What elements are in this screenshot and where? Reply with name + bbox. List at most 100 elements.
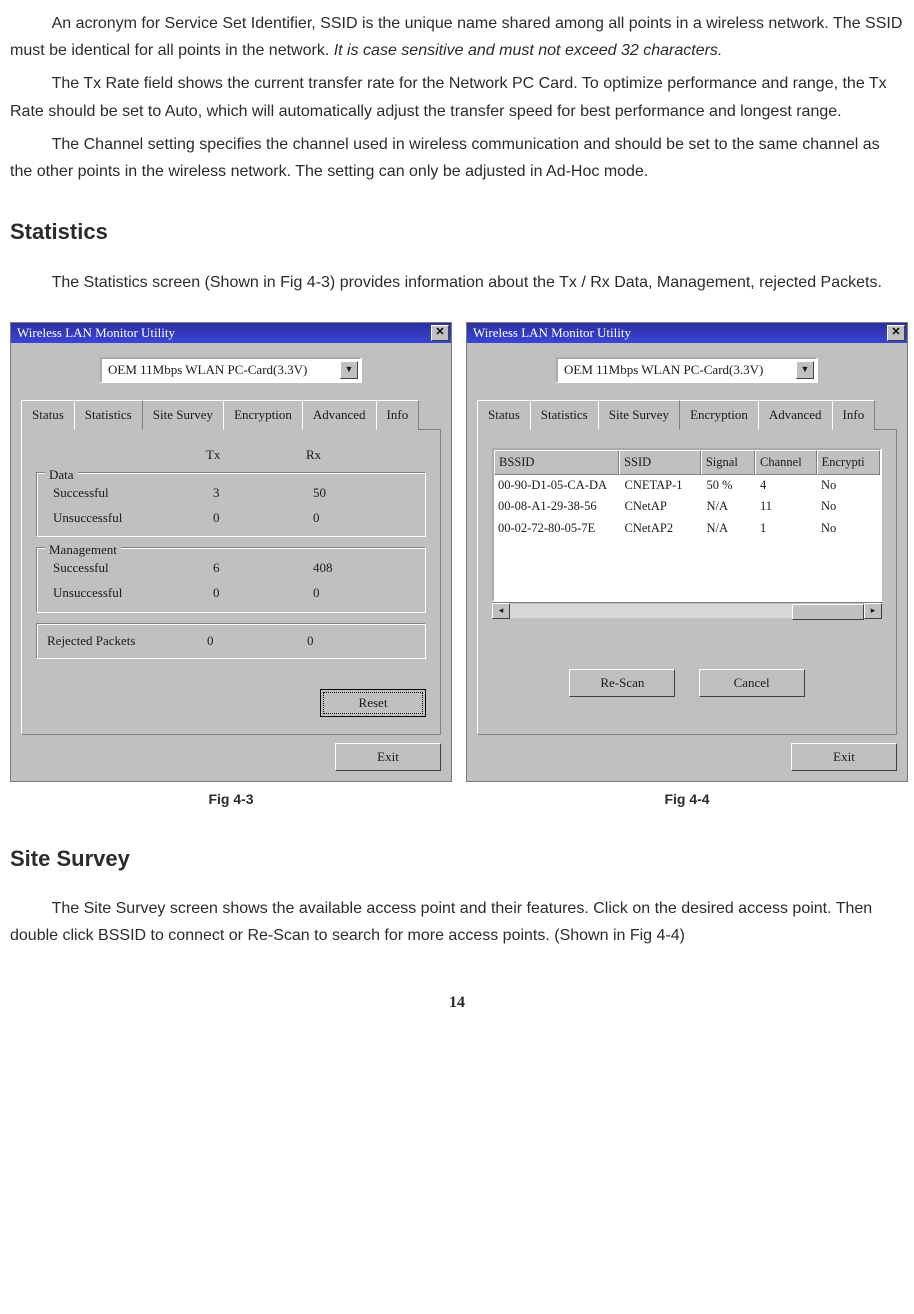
- heading-site-survey: Site Survey: [10, 840, 904, 877]
- chevron-down-icon: ▼: [340, 361, 358, 379]
- window-site-survey: Wireless LAN Monitor Utility ✕ OEM 11Mbp…: [466, 322, 908, 782]
- chevron-down-icon: ▼: [796, 361, 814, 379]
- cell-encrypt: No: [817, 475, 880, 496]
- paragraph-channel: The Channel setting specifies the channe…: [10, 131, 904, 185]
- mgmt-successful-tx: 6: [213, 556, 313, 581]
- col-ssid[interactable]: SSID: [619, 450, 701, 475]
- cell-ssid: CNetAP: [621, 496, 703, 517]
- adapter-dropdown[interactable]: OEM 11Mbps WLAN PC-Card(3.3V) ▼: [556, 357, 818, 383]
- table-row[interactable]: 00-08-A1-29-38-56 CNetAP N/A 11 No: [494, 496, 880, 517]
- scroll-track[interactable]: [510, 604, 864, 618]
- tab-statistics[interactable]: Statistics: [530, 400, 599, 430]
- table-row[interactable]: 00-02-72-80-05-7E CNetAP2 N/A 1 No: [494, 518, 880, 539]
- paragraph-site-survey: The Site Survey screen shows the availab…: [10, 895, 904, 949]
- tab-encryption[interactable]: Encryption: [223, 400, 303, 430]
- text-italic: It is case sensitive and must not exceed…: [334, 42, 723, 59]
- group-data-legend: Data: [45, 464, 78, 486]
- close-icon: ✕: [891, 323, 900, 342]
- scroll-right-icon[interactable]: ▸: [864, 603, 882, 619]
- mgmt-unsuccessful-rx: 0: [313, 581, 393, 606]
- statistics-panel: Tx Rx Data Successful 3 50 Unsuccessful …: [21, 430, 441, 735]
- rejected-packets-row: Rejected Packets 0 0: [36, 623, 426, 659]
- site-survey-panel: BSSID SSID Signal Channel Encrypti 00-90…: [477, 430, 897, 735]
- tab-site-survey[interactable]: Site Survey: [598, 400, 680, 430]
- paragraph-txrate: The Tx Rate field shows the current tran…: [10, 70, 904, 124]
- dropdown-value: OEM 11Mbps WLAN PC-Card(3.3V): [564, 359, 763, 381]
- heading-statistics: Statistics: [10, 213, 904, 250]
- survey-body: 00-90-D1-05-CA-DA CNETAP-1 50 % 4 No 00-…: [494, 475, 880, 539]
- cancel-button[interactable]: Cancel: [699, 669, 805, 697]
- tab-row: Status Statistics Site Survey Encryption…: [21, 399, 441, 430]
- cell-bssid: 00-02-72-80-05-7E: [494, 518, 621, 539]
- tab-site-survey[interactable]: Site Survey: [142, 400, 224, 430]
- group-management: Management Successful 6 408 Unsuccessful…: [36, 547, 426, 612]
- rejected-label: Rejected Packets: [47, 630, 207, 652]
- cell-signal: N/A: [702, 496, 756, 517]
- group-data: Data Successful 3 50 Unsuccessful 0 0: [36, 472, 426, 537]
- tab-statistics[interactable]: Statistics: [74, 400, 143, 430]
- cell-channel: 11: [756, 496, 817, 517]
- tab-encryption[interactable]: Encryption: [679, 400, 759, 430]
- adapter-dropdown[interactable]: OEM 11Mbps WLAN PC-Card(3.3V) ▼: [100, 357, 362, 383]
- client-area: OEM 11Mbps WLAN PC-Card(3.3V) ▼ Status S…: [11, 343, 451, 781]
- data-successful-rx: 50: [313, 481, 393, 506]
- tab-info[interactable]: Info: [376, 400, 420, 430]
- fig-caption-4-3: Fig 4-3: [10, 788, 452, 812]
- rescan-button[interactable]: Re-Scan: [569, 669, 675, 697]
- cell-signal: N/A: [702, 518, 756, 539]
- data-unsuccessful-rx: 0: [313, 506, 393, 531]
- figure-4-4: Wireless LAN Monitor Utility ✕ OEM 11Mbp…: [466, 322, 908, 812]
- tab-advanced[interactable]: Advanced: [302, 400, 377, 430]
- figure-4-3: Wireless LAN Monitor Utility ✕ OEM 11Mbp…: [10, 322, 452, 812]
- page-number: 14: [10, 989, 904, 1016]
- exit-button[interactable]: Exit: [335, 743, 441, 771]
- col-encryption[interactable]: Encrypti: [817, 450, 880, 475]
- horizontal-scrollbar[interactable]: ◂ ▸: [492, 602, 882, 619]
- scroll-thumb[interactable]: [792, 604, 864, 620]
- cell-bssid: 00-90-D1-05-CA-DA: [494, 475, 621, 496]
- cell-channel: 4: [756, 475, 817, 496]
- cell-bssid: 00-08-A1-29-38-56: [494, 496, 621, 517]
- label-unsuccessful: Unsuccessful: [47, 506, 213, 531]
- cell-ssid: CNETAP-1: [621, 475, 703, 496]
- cell-signal: 50 %: [702, 475, 756, 496]
- col-signal[interactable]: Signal: [701, 450, 755, 475]
- tab-info[interactable]: Info: [832, 400, 876, 430]
- client-area: OEM 11Mbps WLAN PC-Card(3.3V) ▼ Status S…: [467, 343, 907, 781]
- paragraph-ssid: An acronym for Service Set Identifier, S…: [10, 10, 904, 64]
- table-row[interactable]: 00-90-D1-05-CA-DA CNETAP-1 50 % 4 No: [494, 475, 880, 496]
- col-bssid[interactable]: BSSID: [494, 450, 619, 475]
- tab-advanced[interactable]: Advanced: [758, 400, 833, 430]
- survey-table[interactable]: BSSID SSID Signal Channel Encrypti 00-90…: [492, 448, 882, 602]
- titlebar: Wireless LAN Monitor Utility ✕: [11, 323, 451, 343]
- window-title: Wireless LAN Monitor Utility: [17, 322, 175, 344]
- data-successful-tx: 3: [213, 481, 313, 506]
- exit-button[interactable]: Exit: [791, 743, 897, 771]
- col-tx: Tx: [206, 444, 306, 466]
- close-icon: ✕: [435, 323, 444, 342]
- cell-channel: 1: [756, 518, 817, 539]
- dropdown-value: OEM 11Mbps WLAN PC-Card(3.3V): [108, 359, 307, 381]
- paragraph-statistics: The Statistics screen (Shown in Fig 4-3)…: [10, 269, 904, 296]
- label-unsuccessful: Unsuccessful: [47, 581, 213, 606]
- rejected-rx: 0: [307, 630, 314, 652]
- close-button[interactable]: ✕: [431, 325, 449, 341]
- scroll-left-icon[interactable]: ◂: [492, 603, 510, 619]
- reset-button[interactable]: Reset: [320, 689, 426, 717]
- tab-status[interactable]: Status: [477, 400, 531, 430]
- tab-status[interactable]: Status: [21, 400, 75, 430]
- figures-row: Wireless LAN Monitor Utility ✕ OEM 11Mbp…: [10, 322, 904, 812]
- survey-header: BSSID SSID Signal Channel Encrypti: [494, 450, 880, 475]
- col-channel[interactable]: Channel: [755, 450, 817, 475]
- col-rx: Rx: [306, 444, 406, 466]
- fig-caption-4-4: Fig 4-4: [466, 788, 908, 812]
- window-title: Wireless LAN Monitor Utility: [473, 322, 631, 344]
- window-statistics: Wireless LAN Monitor Utility ✕ OEM 11Mbp…: [10, 322, 452, 782]
- group-mgmt-legend: Management: [45, 539, 121, 561]
- close-button[interactable]: ✕: [887, 325, 905, 341]
- tab-row: Status Statistics Site Survey Encryption…: [477, 399, 897, 430]
- cell-ssid: CNetAP2: [621, 518, 703, 539]
- mgmt-unsuccessful-tx: 0: [213, 581, 313, 606]
- data-unsuccessful-tx: 0: [213, 506, 313, 531]
- cell-encrypt: No: [817, 496, 880, 517]
